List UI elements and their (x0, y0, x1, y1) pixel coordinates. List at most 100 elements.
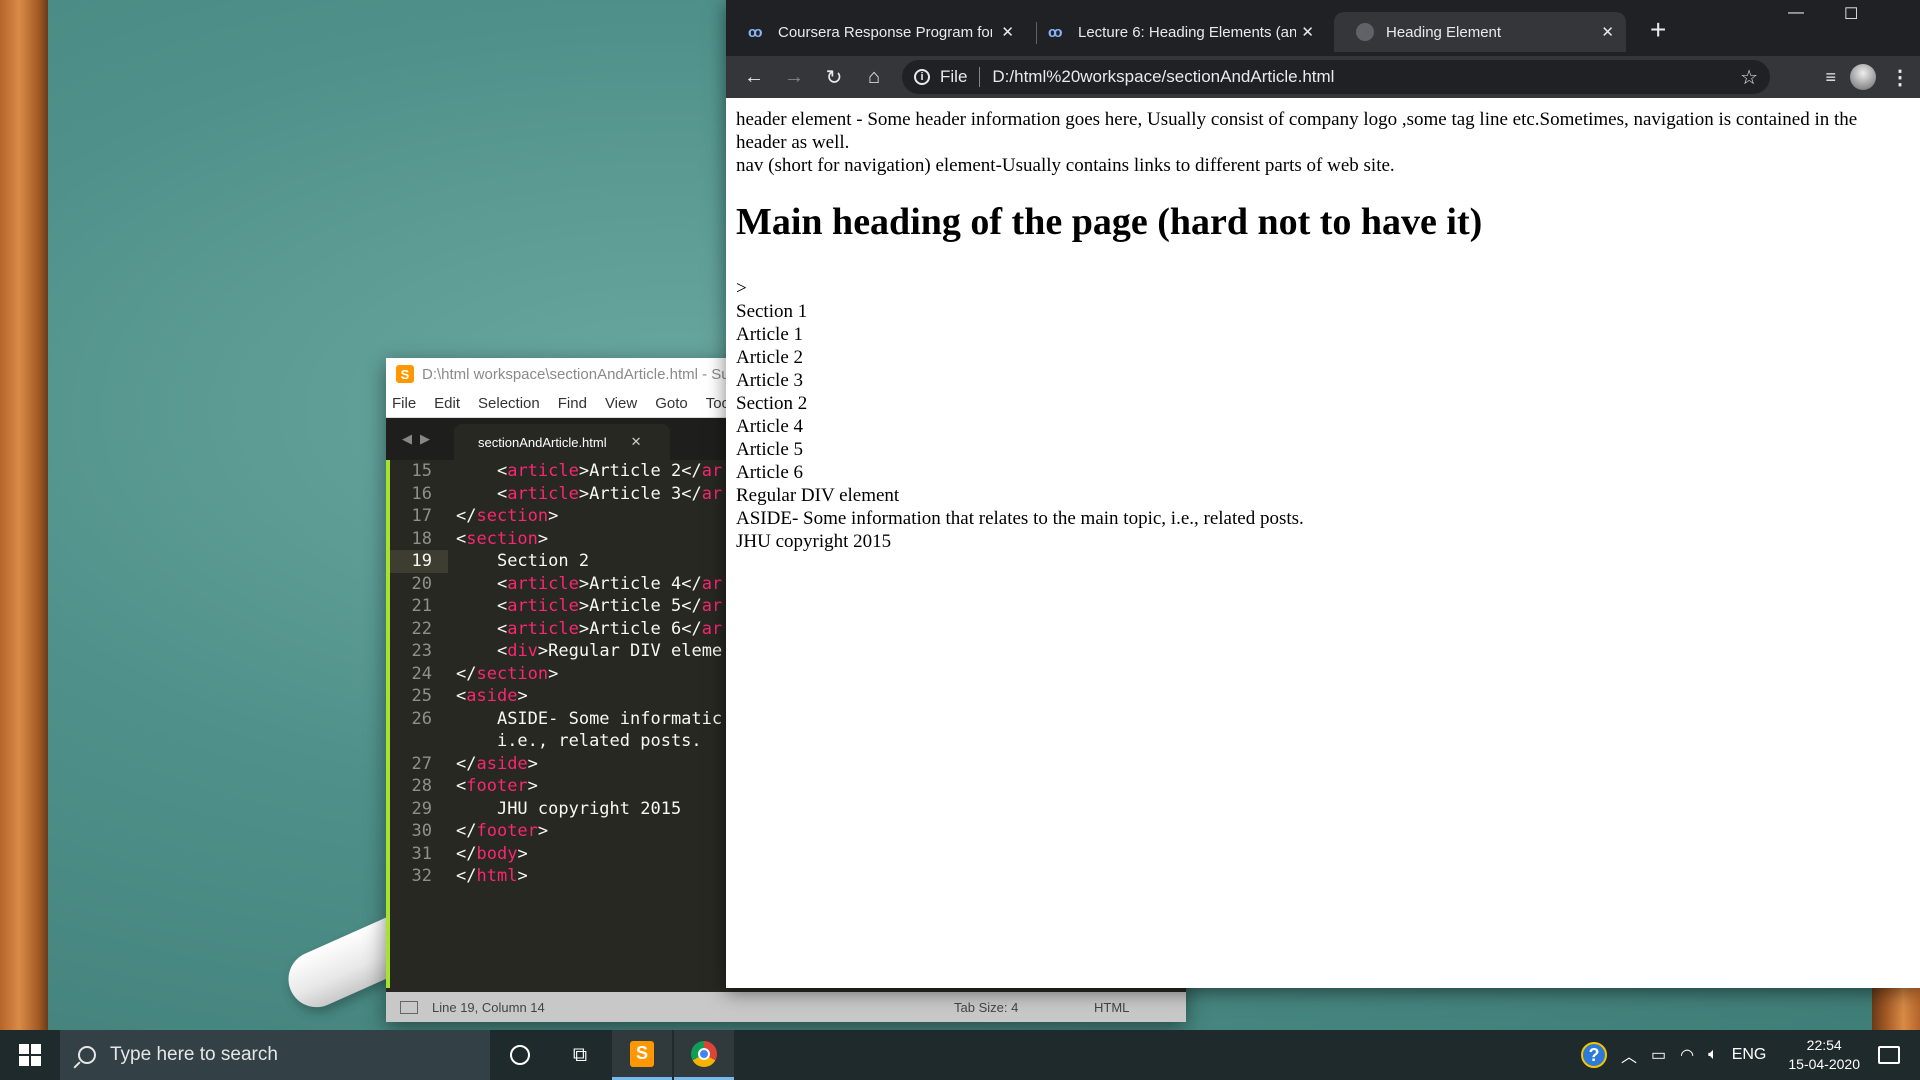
tab-nav-arrows[interactable]: ◀ ▶ (386, 418, 446, 460)
code-token: Article 5</ (589, 596, 702, 616)
new-tab-icon[interactable]: + (1650, 14, 1666, 46)
maximize-icon[interactable]: ☐ (1844, 4, 1858, 24)
menu-edit[interactable]: Edit (434, 395, 460, 412)
media-controls-icon[interactable]: ≡ (1825, 67, 1836, 88)
site-info-icon[interactable]: i (914, 69, 930, 85)
input-language[interactable]: ENG (1732, 1046, 1767, 1064)
code-token: </ (456, 843, 477, 864)
code-token: < (456, 528, 467, 549)
home-icon[interactable]: ⌂ (854, 57, 894, 97)
code-token: < (496, 461, 508, 481)
code-token: > (517, 686, 528, 706)
page-text-line: Article 2 (736, 347, 804, 368)
code-tag-name: ar (701, 573, 723, 594)
taskbar-chrome-app[interactable] (674, 1030, 734, 1080)
code-tag-name: article (507, 483, 579, 504)
code-token: > (527, 776, 538, 796)
code-text: <aside> (448, 685, 528, 708)
code-text: Section 2 (448, 550, 589, 573)
line-number: 30 (411, 821, 432, 841)
code-tag-name: section (466, 528, 538, 549)
sublime-status-bar: Line 19, Column 14 Tab Size: 4 HTML (386, 992, 1186, 1022)
back-icon[interactable]: ← (734, 57, 774, 97)
code-text: <section> (448, 528, 548, 551)
sublime-window-title: D:\html workspace\sectionAndArticle.html… (422, 365, 730, 383)
tab-title: Heading Element (1386, 23, 1502, 41)
line-number: 17 (411, 506, 432, 526)
tab-size-setting[interactable]: Tab Size: 4 (954, 1000, 1018, 1015)
coursera-icon: co (1048, 23, 1063, 41)
code-text: </section> (448, 663, 558, 686)
chrome-menu-icon[interactable]: ⋮ (1890, 65, 1910, 90)
tab-title: Lecture 6: Heading Elements (anc (1078, 23, 1296, 41)
code-token: JHU copyright 2015 (496, 798, 682, 819)
close-tab-icon[interactable]: ✕ (1001, 23, 1014, 41)
bookmark-star-icon[interactable]: ☆ (1740, 65, 1758, 90)
tab-prev-icon[interactable]: ◀ (402, 431, 412, 447)
address-bar[interactable]: i File D:/html%20workspace/sectionAndArt… (902, 60, 1770, 94)
profile-avatar[interactable] (1850, 64, 1876, 90)
taskbar-search-box[interactable]: Type here to search (60, 1030, 490, 1080)
code-token: </ (456, 821, 477, 841)
syntax-setting[interactable]: HTML (1094, 1000, 1129, 1015)
code-text: i.e., related posts. (448, 730, 702, 753)
menu-file[interactable]: File (392, 395, 416, 412)
line-number (390, 730, 448, 753)
task-view-button[interactable]: ⧉ (550, 1030, 610, 1080)
code-token: > (578, 596, 590, 616)
minimize-icon[interactable]: — (1788, 4, 1804, 22)
close-tab-icon[interactable]: ✕ (631, 434, 642, 450)
menu-goto[interactable]: Goto (655, 395, 688, 412)
line-number: 24 (411, 663, 432, 684)
code-token: Regular DIV eleme (548, 641, 723, 661)
header-element-text: header element - Some header information… (736, 109, 1858, 153)
line-number: 25 (411, 686, 432, 706)
forward-icon[interactable]: → (774, 57, 814, 97)
tab-coursera-response[interactable]: co Coursera Response Program for U ✕ (726, 12, 1026, 52)
notifications-icon[interactable] (1878, 1046, 1900, 1064)
cortana-button[interactable] (490, 1030, 550, 1080)
sublime-file-tab[interactable]: sectionAndArticle.html ✕ (454, 424, 670, 460)
menu-view[interactable]: View (605, 395, 637, 412)
menu-selection[interactable]: Selection (478, 395, 540, 412)
wifi-icon[interactable]: ◠ (1680, 1045, 1694, 1065)
code-token: > (517, 843, 528, 864)
tab-heading-element[interactable]: Heading Element ✕ (1334, 12, 1626, 52)
taskbar-sublime-app[interactable]: S (612, 1030, 672, 1080)
battery-icon[interactable]: ▭ (1651, 1045, 1666, 1065)
url-text[interactable]: D:/html%20workspace/sectionAndArticle.ht… (992, 67, 1334, 87)
page-text-line: Article 6 (736, 462, 804, 483)
wallpaper-frame-left (0, 0, 48, 1030)
sublime-tab-label: sectionAndArticle.html (478, 434, 607, 450)
panel-toggle-icon[interactable] (400, 1000, 418, 1014)
code-token: Article 3</ (589, 483, 702, 504)
volume-icon[interactable]: 🔈︎ (1708, 1046, 1718, 1064)
code-tag-name: ar (701, 618, 723, 639)
clock-date: 15-04-2020 (1788, 1056, 1860, 1072)
code-text: <article>Article 4</ar (448, 573, 722, 596)
tab-lecture-6[interactable]: co Lecture 6: Heading Elements (anc ✕ (1026, 12, 1326, 52)
help-icon[interactable]: ? (1580, 1042, 1607, 1068)
code-token: > (578, 618, 590, 639)
clock[interactable]: 22:54 15-04-2020 (1788, 1036, 1860, 1074)
chrome-toolbar: ← → ↻ ⌂ i File D:/html%20workspace/secti… (726, 56, 1920, 98)
start-button[interactable] (0, 1030, 60, 1080)
close-tab-icon[interactable]: ✕ (1301, 23, 1314, 41)
reload-icon[interactable]: ↻ (814, 57, 854, 97)
menu-find[interactable]: Find (558, 395, 587, 412)
close-tab-icon[interactable]: ✕ (1601, 23, 1614, 41)
cortana-icon (510, 1045, 530, 1065)
code-tag-name: article (507, 573, 579, 594)
tab-next-icon[interactable]: ▶ (420, 431, 430, 447)
code-tag-name: section (476, 663, 549, 684)
chrome-window[interactable]: co Coursera Response Program for U ✕ co … (726, 0, 1920, 988)
code-token: > (548, 506, 559, 526)
chevron-up-icon[interactable]: ︿ (1621, 1043, 1637, 1067)
code-text: </aside> (448, 753, 538, 776)
page-items-list: Section 1 Article 1 Article 2 Article 3 Sect… (736, 300, 1910, 553)
